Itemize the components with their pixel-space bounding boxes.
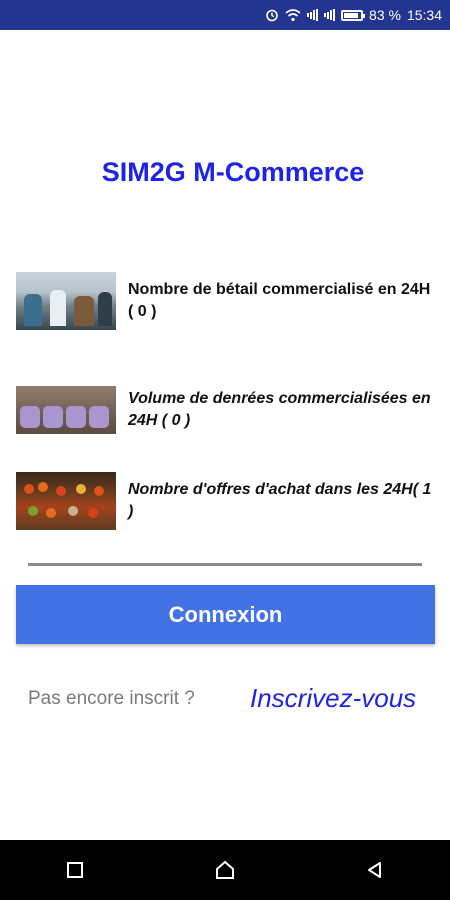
back-icon[interactable]	[355, 850, 395, 890]
stat-row-goods: Volume de denrées commercialisées en 24H…	[16, 386, 436, 434]
recent-apps-icon[interactable]	[55, 850, 95, 890]
signal-icon	[307, 9, 319, 21]
battery-icon	[341, 9, 366, 21]
stat-label-goods: Volume de denrées commercialisées en 24H…	[128, 390, 431, 429]
login-button[interactable]: Connexion	[16, 585, 435, 644]
stat-label-offers: Nombre d'offres d'achat dans les 24H( 1 …	[128, 481, 432, 520]
livestock-market-photo	[16, 272, 116, 330]
clock: 15:34	[406, 7, 442, 23]
app-title: SIM2G M-Commerce	[101, 157, 365, 187]
home-icon[interactable]	[205, 850, 245, 890]
register-prompt: Pas encore inscrit ?	[28, 688, 195, 709]
produce-market-photo	[16, 472, 116, 530]
divider	[28, 563, 422, 566]
stat-label-livestock: Nombre de bétail commercialisé en 24H ( …	[128, 281, 431, 320]
stat-row-offers: Nombre d'offres d'achat dans les 24H( 1 …	[16, 472, 436, 530]
grain-sacks-photo	[16, 386, 116, 434]
alarm-icon	[265, 8, 279, 22]
signal-icon	[324, 9, 336, 21]
register-link[interactable]: Inscrivez-vous	[250, 683, 416, 714]
battery-percent: 83 %	[369, 7, 401, 23]
status-bar: 83 % 15:34	[0, 0, 450, 30]
stat-row-livestock: Nombre de bétail commercialisé en 24H ( …	[16, 272, 436, 330]
navigation-bar	[0, 840, 450, 900]
wifi-icon	[285, 8, 301, 22]
